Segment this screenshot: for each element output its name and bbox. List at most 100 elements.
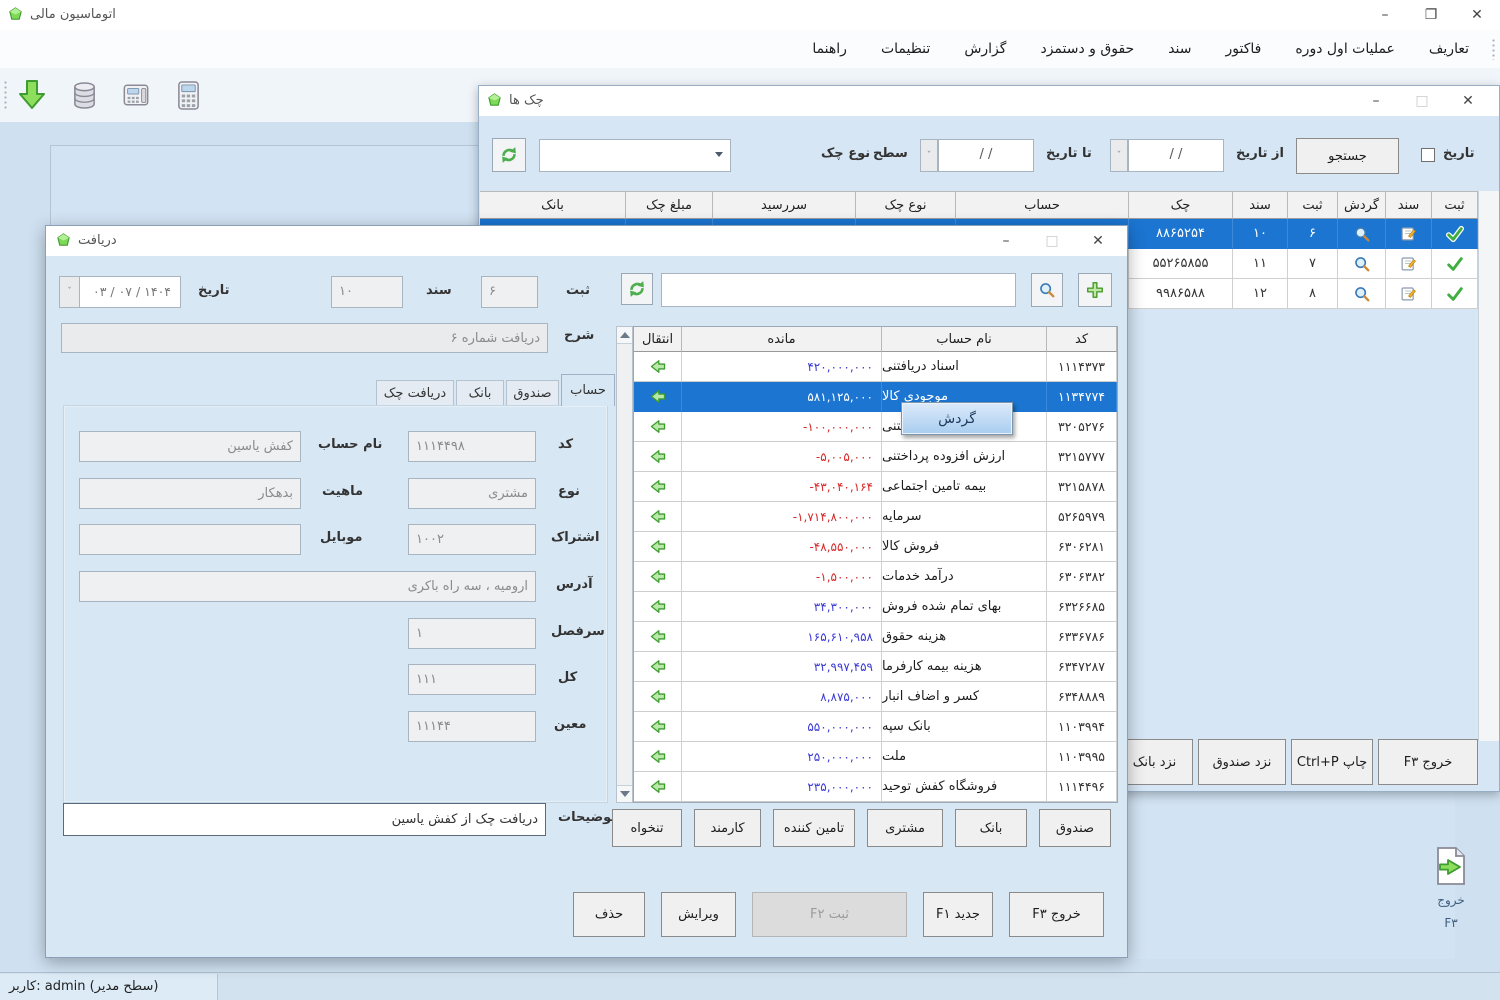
database-icon[interactable] bbox=[66, 77, 102, 113]
category-button-0[interactable]: صندوق bbox=[1039, 809, 1111, 847]
turnover-popup[interactable]: گردش bbox=[901, 402, 1013, 435]
list-item[interactable]: ۳۲,۹۹۷,۴۵۹هزینه بیمه کارفرما۶۳۴۷۲۸۷ bbox=[634, 652, 1117, 682]
list-item[interactable]: -۱,۵۰۰,۰۰۰درآمد خدمات۶۳۰۶۳۸۲ bbox=[634, 562, 1117, 592]
turnover-magnifier-icon[interactable] bbox=[1338, 249, 1386, 279]
transfer-arrow-icon[interactable] bbox=[634, 772, 682, 802]
transfer-arrow-icon[interactable] bbox=[634, 742, 682, 772]
list-item[interactable]: -۵,۰۰۵,۰۰۰ارزش افزوده پرداختنی۳۲۱۵۷۷۷ bbox=[634, 442, 1117, 472]
list-item[interactable]: ۵۸۱,۱۲۵,۰۰۰موجودی کالا۱۱۳۴۷۷۴ bbox=[634, 382, 1117, 412]
close-icon[interactable]: ✕ bbox=[1075, 226, 1121, 256]
export-exit-block[interactable]: خروج F۳ bbox=[1412, 845, 1490, 930]
checks-button-3[interactable]: خروج F۳ bbox=[1378, 739, 1478, 785]
check-type-combobox[interactable] bbox=[539, 139, 731, 172]
menu-item-7[interactable]: راهنما bbox=[795, 30, 864, 68]
search-magnifier-icon[interactable] bbox=[1031, 273, 1063, 307]
list-item[interactable]: -۴۸,۵۵۰,۰۰۰فروش کالا۶۳۰۶۲۸۱ bbox=[634, 532, 1117, 562]
transfer-arrow-icon[interactable] bbox=[634, 652, 682, 682]
close-icon[interactable]: ✕ bbox=[1445, 86, 1491, 116]
doc-edit-icon[interactable] bbox=[1386, 249, 1432, 279]
category-button-4[interactable]: کارمند bbox=[694, 809, 761, 847]
list-item[interactable]: -۱۰۰,۰۰۰,۰۰۰اسناد پرداختنی۳۲۰۵۲۷۶ bbox=[634, 412, 1117, 442]
turnover-magnifier-icon[interactable] bbox=[1338, 279, 1386, 309]
list-item[interactable]: ۲۵۰,۰۰۰,۰۰۰ملت۱۱۰۳۹۹۵ bbox=[634, 742, 1117, 772]
chevron-down-icon[interactable] bbox=[715, 152, 723, 157]
calculator-icon[interactable] bbox=[170, 77, 206, 113]
add-account-icon[interactable] bbox=[1078, 273, 1112, 307]
download-arrow-icon[interactable] bbox=[14, 77, 50, 113]
minimize-icon[interactable]: – bbox=[983, 226, 1029, 256]
notes-input[interactable]: دریافت چک از کفش یاسین bbox=[63, 803, 546, 836]
registered-check-icon[interactable] bbox=[1432, 219, 1478, 249]
checks-button-2[interactable]: چاپ Ctrl+P bbox=[1291, 739, 1373, 785]
date-checkbox[interactable] bbox=[1421, 148, 1435, 162]
list-item[interactable]: ۱۶۵,۶۱۰,۹۵۸هزینه حقوق۶۳۳۶۷۸۶ bbox=[634, 622, 1117, 652]
menu-item-6[interactable]: تنظیمات bbox=[864, 30, 947, 68]
accounts-scrollbar[interactable] bbox=[616, 326, 633, 803]
scroll-up-icon[interactable] bbox=[617, 327, 632, 344]
to-date-input[interactable]: / / bbox=[938, 139, 1034, 172]
menu-item-2[interactable]: فاکتور bbox=[1209, 30, 1279, 68]
transfer-arrow-icon[interactable] bbox=[634, 442, 682, 472]
account-search-input[interactable] bbox=[661, 273, 1016, 307]
transfer-arrow-icon[interactable] bbox=[634, 502, 682, 532]
menu-item-1[interactable]: عملیات اول دوره bbox=[1278, 30, 1412, 68]
list-item[interactable]: -۴۳,۰۴۰,۱۶۴بیمه تامین اجتماعی۳۲۱۵۸۷۸ bbox=[634, 472, 1117, 502]
tab-1[interactable]: صندوق bbox=[506, 380, 559, 406]
menu-item-3[interactable]: سند bbox=[1151, 30, 1208, 68]
date-spinner[interactable]: ˇ bbox=[1110, 139, 1128, 172]
transfer-arrow-icon[interactable] bbox=[634, 682, 682, 712]
action-button-0[interactable]: خروج F۳ bbox=[1009, 892, 1104, 937]
minimize-icon[interactable]: – bbox=[1353, 86, 1399, 116]
category-button-3[interactable]: تامین کننده bbox=[773, 809, 855, 847]
date-spinner[interactable]: ˇ bbox=[920, 139, 938, 172]
transfer-arrow-icon[interactable] bbox=[634, 592, 682, 622]
tab-3[interactable]: دریافت چک bbox=[376, 380, 454, 406]
checks-scrollbar[interactable] bbox=[1478, 191, 1499, 741]
minimize-icon[interactable]: – bbox=[1362, 0, 1408, 30]
fax-icon[interactable] bbox=[118, 77, 154, 113]
transfer-arrow-icon[interactable] bbox=[634, 472, 682, 502]
transfer-arrow-icon[interactable] bbox=[634, 712, 682, 742]
list-item[interactable]: ۴۲۰,۰۰۰,۰۰۰اسناد دریافتنی۱۱۱۴۳۷۳ bbox=[634, 352, 1117, 382]
checks-button-1[interactable]: نزد صندوق bbox=[1198, 739, 1286, 785]
transfer-arrow-icon[interactable] bbox=[634, 352, 682, 382]
transfer-arrow-icon[interactable] bbox=[634, 382, 682, 412]
list-item[interactable]: ۸,۸۷۵,۰۰۰کسر و اضاف انبار۶۳۴۸۸۸۹ bbox=[634, 682, 1117, 712]
tab-0[interactable]: حساب bbox=[561, 374, 615, 406]
category-button-1[interactable]: بانک bbox=[955, 809, 1027, 847]
tab-2[interactable]: بانک bbox=[456, 380, 504, 406]
transfer-arrow-icon[interactable] bbox=[634, 562, 682, 592]
category-button-2[interactable]: مشتری bbox=[867, 809, 943, 847]
registered-check-icon[interactable] bbox=[1432, 249, 1478, 279]
registered-check-icon[interactable] bbox=[1432, 279, 1478, 309]
refresh-icon[interactable] bbox=[492, 138, 526, 172]
menu-item-0[interactable]: تعاریف bbox=[1412, 30, 1486, 68]
chevron-down-icon[interactable]: ˇ bbox=[60, 277, 80, 307]
list-item[interactable]: ۵۵۰,۰۰۰,۰۰۰بانک سپه۱۱۰۳۹۹۴ bbox=[634, 712, 1117, 742]
search-button[interactable]: جستجو bbox=[1296, 138, 1399, 174]
action-button-2[interactable]: ثبت F۲ bbox=[752, 892, 907, 937]
list-item[interactable]: ۳۴,۳۰۰,۰۰۰بهای تمام شده فروش۶۳۲۶۶۸۵ bbox=[634, 592, 1117, 622]
action-button-3[interactable]: ویرایش bbox=[661, 892, 736, 937]
close-icon[interactable]: ✕ bbox=[1454, 0, 1500, 30]
action-button-4[interactable]: حذف bbox=[573, 892, 645, 937]
transfer-arrow-icon[interactable] bbox=[634, 532, 682, 562]
category-button-5[interactable]: تنخواه bbox=[612, 809, 682, 847]
doc-edit-icon[interactable] bbox=[1386, 279, 1432, 309]
menu-item-4[interactable]: حقوق و دستمزد bbox=[1023, 30, 1151, 68]
transfer-arrow-icon[interactable] bbox=[634, 622, 682, 652]
restore-icon[interactable]: ❐ bbox=[1408, 0, 1454, 30]
from-date-input[interactable]: / / bbox=[1128, 139, 1224, 172]
date-picker[interactable]: ˇ ۰۳ / ۰۷ / ۱۴۰۴ bbox=[59, 276, 181, 308]
transfer-arrow-icon[interactable] bbox=[634, 412, 682, 442]
turnover-magnifier-icon[interactable] bbox=[1338, 219, 1386, 249]
action-button-1[interactable]: جدید F۱ bbox=[923, 892, 993, 937]
list-item[interactable]: -۱,۷۱۴,۸۰۰,۰۰۰سرمایه۵۲۶۵۹۷۹ bbox=[634, 502, 1117, 532]
maximize-icon[interactable]: □ bbox=[1399, 86, 1445, 116]
scroll-down-icon[interactable] bbox=[617, 785, 632, 802]
list-item[interactable]: ۲۳۵,۰۰۰,۰۰۰فروشگاه کفش توحید۱۱۱۴۴۹۶ bbox=[634, 772, 1117, 802]
refresh-icon[interactable] bbox=[621, 273, 653, 305]
menu-item-5[interactable]: گزارش bbox=[947, 30, 1023, 68]
maximize-icon[interactable]: □ bbox=[1029, 226, 1075, 256]
export-document-icon[interactable] bbox=[1412, 845, 1490, 891]
